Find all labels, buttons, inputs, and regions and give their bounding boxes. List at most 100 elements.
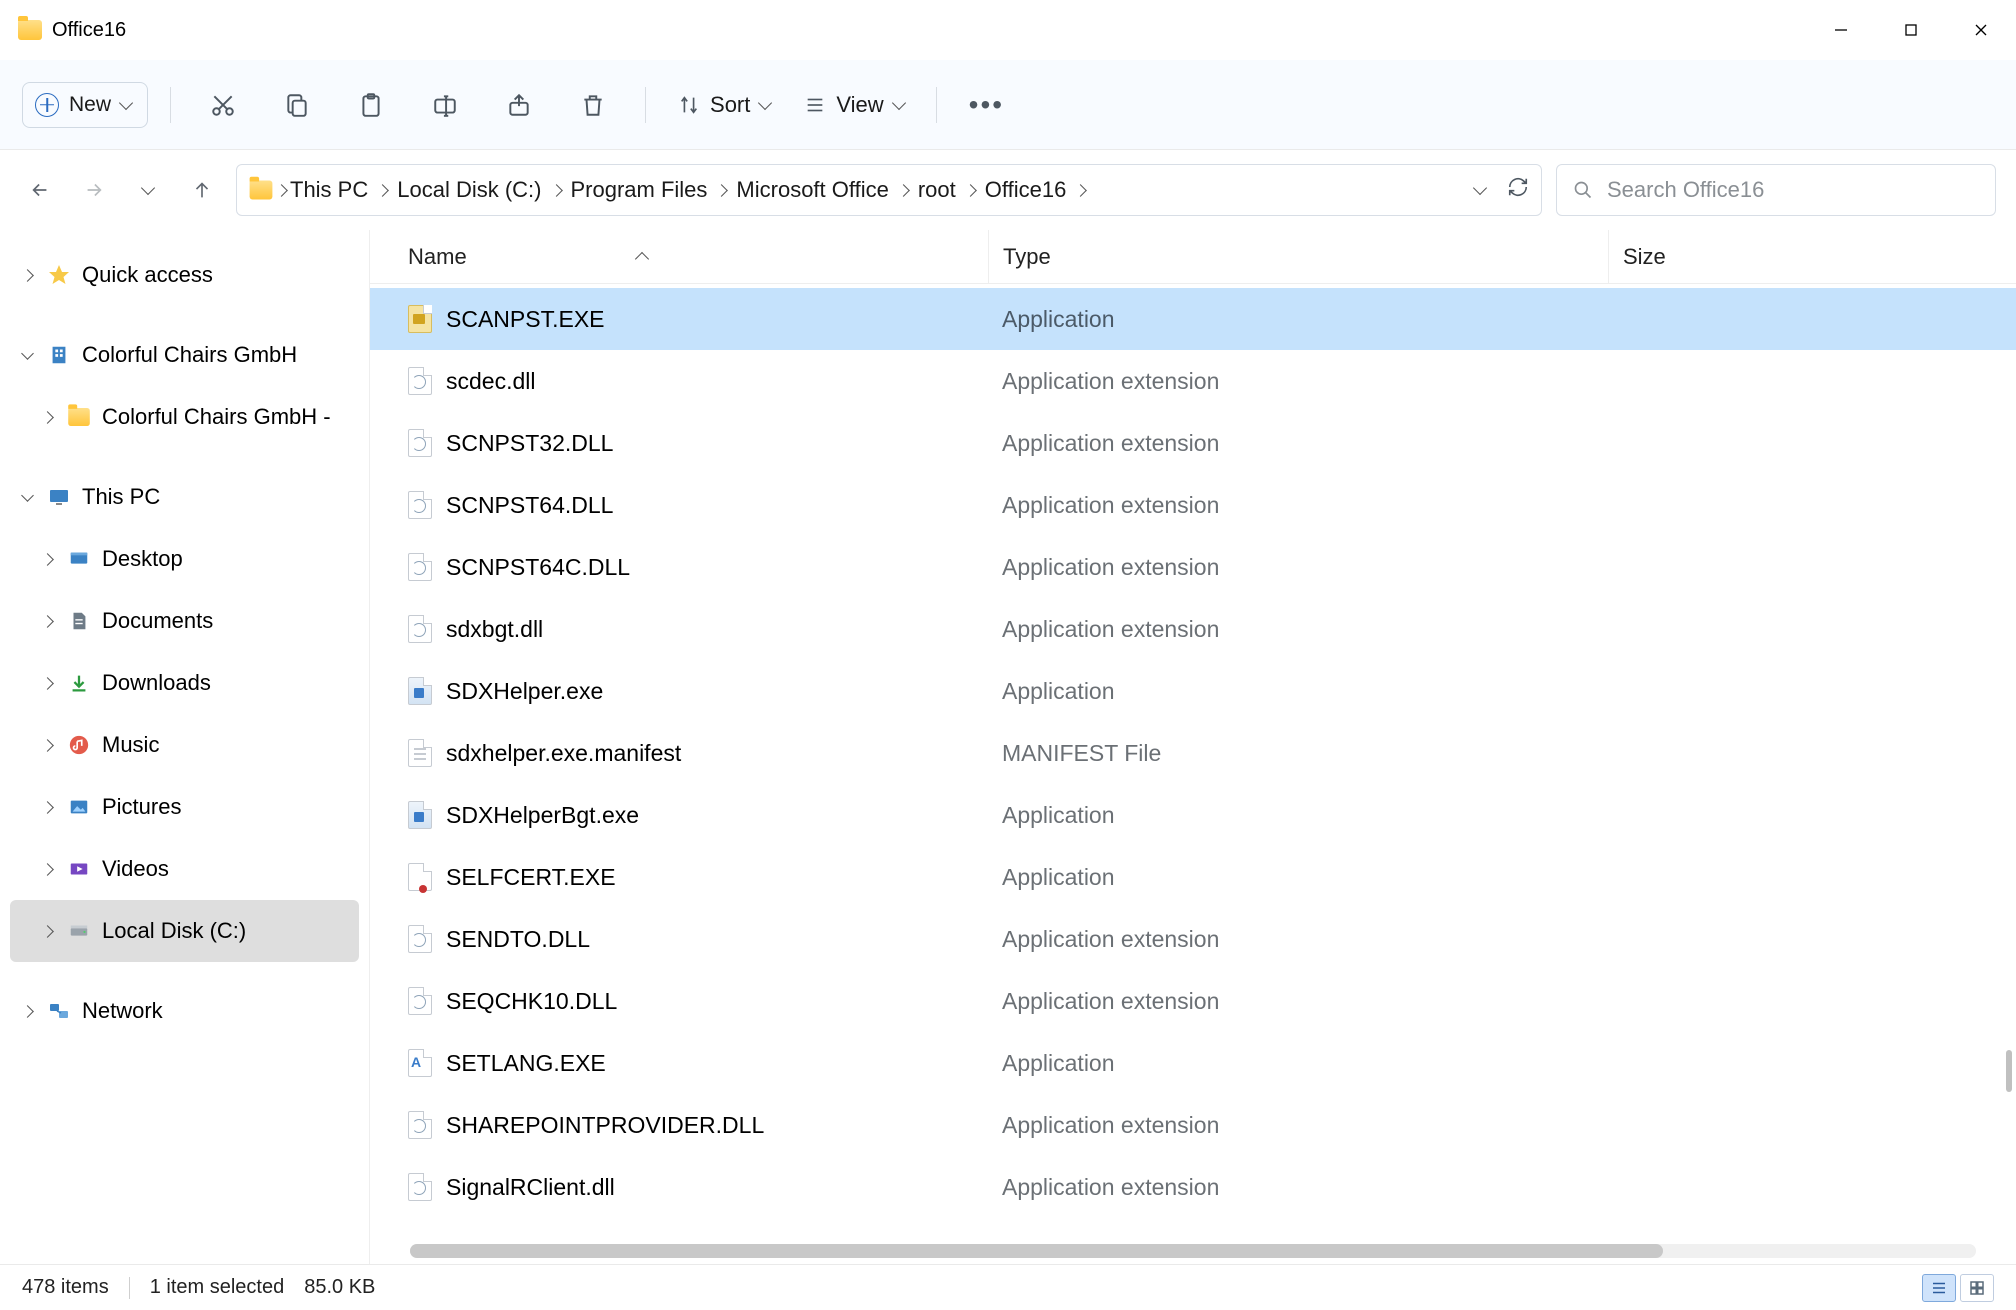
- column-header-name[interactable]: Name: [408, 244, 988, 270]
- sidebar-item-network[interactable]: Network: [10, 980, 359, 1042]
- more-button[interactable]: •••: [959, 89, 1014, 121]
- sort-button[interactable]: Sort: [668, 92, 780, 118]
- sidebar-item-music[interactable]: Music: [10, 714, 359, 776]
- forward-button[interactable]: [74, 170, 114, 210]
- sidebar-item-local-disk[interactable]: Local Disk (C:): [10, 900, 359, 962]
- chevron-down-icon: [141, 181, 155, 195]
- sidebar-label: Documents: [102, 608, 213, 634]
- file-row[interactable]: SEQCHK10.DLLApplication extension: [370, 970, 2016, 1032]
- search-box[interactable]: [1556, 164, 1996, 216]
- computer-icon: [46, 484, 72, 510]
- horizontal-scrollbar[interactable]: [410, 1244, 1976, 1258]
- chevron-down-icon[interactable]: [1473, 181, 1487, 195]
- view-label: View: [836, 92, 883, 118]
- sidebar-item-desktop[interactable]: Desktop: [10, 528, 359, 590]
- title-bar-left: Office16: [18, 19, 126, 42]
- status-selection: 1 item selected: [150, 1276, 285, 1299]
- maximize-button[interactable]: [1876, 0, 1946, 60]
- breadcrumb-item[interactable]: Microsoft Office: [736, 177, 888, 203]
- history-dropdown[interactable]: [128, 170, 168, 210]
- separator: [129, 1277, 130, 1299]
- search-icon: [1573, 180, 1593, 200]
- file-row[interactable]: scdec.dllApplication extension: [370, 350, 2016, 412]
- file-row[interactable]: SignalRClient.dllApplication extension: [370, 1156, 2016, 1218]
- search-input[interactable]: [1607, 177, 1979, 203]
- copy-button[interactable]: [267, 75, 327, 135]
- up-button[interactable]: [182, 170, 222, 210]
- file-type: Application extension: [988, 368, 1608, 395]
- file-icon: [408, 429, 432, 457]
- refresh-button[interactable]: [1507, 176, 1529, 204]
- file-name: SCANPST.EXE: [446, 306, 605, 333]
- file-row[interactable]: SELFCERT.EXEApplication: [370, 846, 2016, 908]
- file-row[interactable]: SDXHelperBgt.exeApplication: [370, 784, 2016, 846]
- address-bar[interactable]: This PC Local Disk (C:) Program Files Micro…: [236, 164, 1542, 216]
- vertical-scrollbar[interactable]: [2006, 1050, 2012, 1092]
- breadcrumb-item[interactable]: This PC: [290, 177, 368, 203]
- rename-button[interactable]: [415, 75, 475, 135]
- file-row[interactable]: SETLANG.EXEApplication: [370, 1032, 2016, 1094]
- desktop-icon: [66, 546, 92, 572]
- sidebar-item-quick-access[interactable]: Quick access: [10, 244, 359, 306]
- back-button[interactable]: [20, 170, 60, 210]
- sidebar-item-documents[interactable]: Documents: [10, 590, 359, 652]
- breadcrumb-item[interactable]: Office16: [985, 177, 1067, 203]
- paste-button[interactable]: [341, 75, 401, 135]
- separator: [936, 87, 937, 123]
- chevron-down-icon: [21, 489, 34, 502]
- cut-button[interactable]: [193, 75, 253, 135]
- sort-label: Sort: [710, 92, 750, 118]
- file-icon: [408, 305, 432, 333]
- share-button[interactable]: [489, 75, 549, 135]
- downloads-icon: [66, 670, 92, 696]
- chevron-right-icon: [550, 184, 563, 197]
- chevron-right-icon: [41, 411, 54, 424]
- sidebar-label: Videos: [102, 856, 169, 882]
- view-button[interactable]: View: [794, 92, 913, 118]
- sidebar-item-company[interactable]: Colorful Chairs GmbH: [10, 324, 359, 386]
- file-row[interactable]: SHAREPOINTPROVIDER.DLLApplication extens…: [370, 1094, 2016, 1156]
- file-type: Application: [988, 864, 1608, 891]
- breadcrumb-item[interactable]: Program Files: [571, 177, 708, 203]
- file-row[interactable]: SCNPST32.DLLApplication extension: [370, 412, 2016, 474]
- title-bar: Office16: [0, 0, 2016, 60]
- chevron-right-icon: [41, 801, 54, 814]
- file-type: Application extension: [988, 1174, 1608, 1201]
- file-name: SCNPST64C.DLL: [446, 554, 630, 581]
- column-header-type[interactable]: Type: [988, 230, 1608, 283]
- sidebar-item-company-sub[interactable]: Colorful Chairs GmbH -: [10, 386, 359, 448]
- file-type: Application: [988, 802, 1608, 829]
- breadcrumb-item[interactable]: root: [918, 177, 956, 203]
- file-row[interactable]: SCNPST64.DLLApplication extension: [370, 474, 2016, 536]
- details-view-button[interactable]: [1922, 1274, 1956, 1302]
- sidebar-item-this-pc[interactable]: This PC: [10, 466, 359, 528]
- file-type: Application: [988, 678, 1608, 705]
- large-icons-view-button[interactable]: [1960, 1274, 1994, 1302]
- sidebar-item-pictures[interactable]: Pictures: [10, 776, 359, 838]
- scrollbar-thumb[interactable]: [410, 1244, 1663, 1258]
- window-controls: [1806, 0, 2016, 60]
- file-icon: [408, 925, 432, 953]
- close-button[interactable]: [1946, 0, 2016, 60]
- file-row[interactable]: sdxbgt.dllApplication extension: [370, 598, 2016, 660]
- sort-ascending-icon: [635, 251, 649, 265]
- file-row[interactable]: SCNPST64C.DLLApplication extension: [370, 536, 2016, 598]
- sidebar-item-downloads[interactable]: Downloads: [10, 652, 359, 714]
- sidebar-item-videos[interactable]: Videos: [10, 838, 359, 900]
- file-icon: [408, 1049, 432, 1077]
- file-row[interactable]: SENDTO.DLLApplication extension: [370, 908, 2016, 970]
- file-row[interactable]: SDXHelper.exeApplication: [370, 660, 2016, 722]
- new-button[interactable]: New: [22, 82, 148, 128]
- delete-button[interactable]: [563, 75, 623, 135]
- file-rows: SCANPST.EXEApplicationscdec.dllApplicati…: [370, 284, 2016, 1244]
- file-row[interactable]: sdxhelper.exe.manifestMANIFEST File: [370, 722, 2016, 784]
- file-icon: [408, 1111, 432, 1139]
- column-header-size[interactable]: Size: [1608, 230, 1666, 283]
- file-row[interactable]: SCANPST.EXEApplication: [370, 288, 2016, 350]
- sidebar-label: Downloads: [102, 670, 211, 696]
- chevron-right-icon: [275, 184, 288, 197]
- new-label: New: [69, 93, 111, 117]
- chevron-right-icon: [41, 739, 54, 752]
- breadcrumb-item[interactable]: Local Disk (C:): [397, 177, 541, 203]
- minimize-button[interactable]: [1806, 0, 1876, 60]
